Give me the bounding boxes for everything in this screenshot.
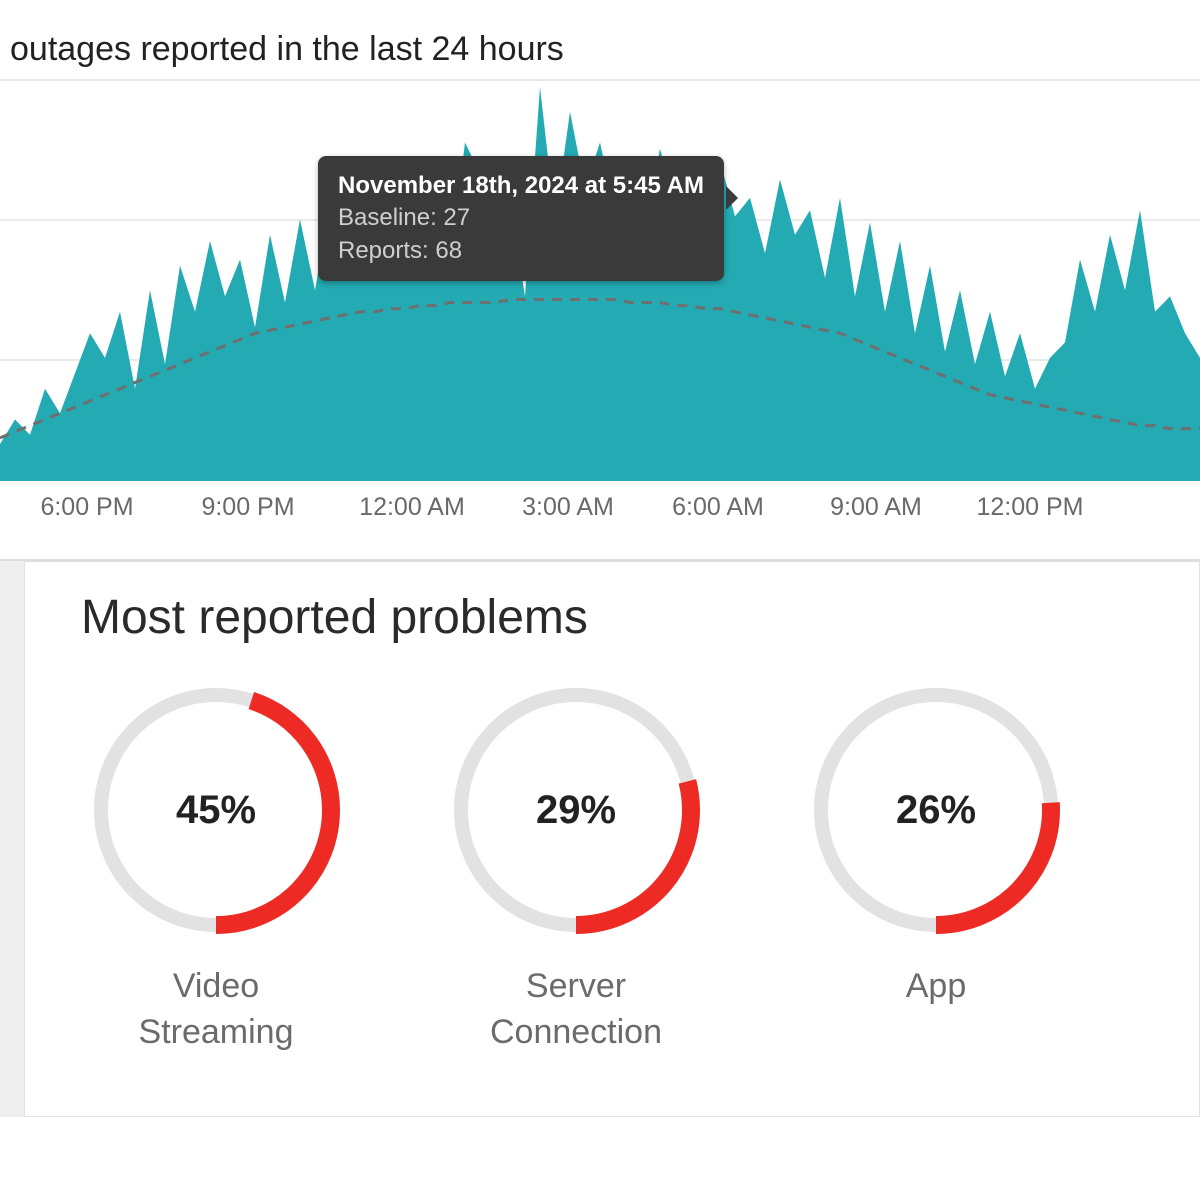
tooltip-title: November 18th, 2024 at 5:45 AM [338, 170, 704, 202]
problem-donut: 29% ServerConnection [441, 675, 711, 1056]
donut-percent: 29% [536, 788, 616, 832]
donut-label: App [801, 964, 1071, 1010]
x-tick: 6:00 AM [672, 493, 764, 522]
most-reported-card: Most reported problems 45% VideoStreamin… [24, 561, 1200, 1117]
donut-label: VideoStreaming [81, 964, 351, 1056]
donut-percent: 26% [896, 788, 976, 832]
problem-donut: 26% App [801, 675, 1071, 1056]
x-tick: 3:00 AM [522, 493, 614, 522]
x-tick: 9:00 PM [201, 493, 294, 522]
page-title: outages reported in the last 24 hours [0, 0, 1200, 79]
x-tick: 12:00 PM [976, 493, 1083, 522]
x-tick: 12:00 AM [359, 493, 465, 522]
chart-tooltip: November 18th, 2024 at 5:45 AM Baseline:… [318, 156, 724, 281]
tooltip-reports: Reports: 68 [338, 235, 704, 267]
problems-title: Most reported problems [81, 590, 1159, 645]
outage-area-chart[interactable]: November 18th, 2024 at 5:45 AM Baseline:… [0, 79, 1200, 479]
problem-donut: 45% VideoStreaming [81, 675, 351, 1056]
x-axis: 6:00 PM 9:00 PM 12:00 AM 3:00 AM 6:00 AM 9:00… [0, 479, 1200, 529]
donut-row: 45% VideoStreaming 29% ServerConnection … [81, 675, 1159, 1056]
x-tick: 6:00 PM [40, 493, 133, 522]
tooltip-baseline: Baseline: 27 [338, 202, 704, 234]
donut-percent: 45% [176, 788, 256, 832]
x-tick: 9:00 AM [830, 493, 922, 522]
donut-label: ServerConnection [441, 964, 711, 1056]
